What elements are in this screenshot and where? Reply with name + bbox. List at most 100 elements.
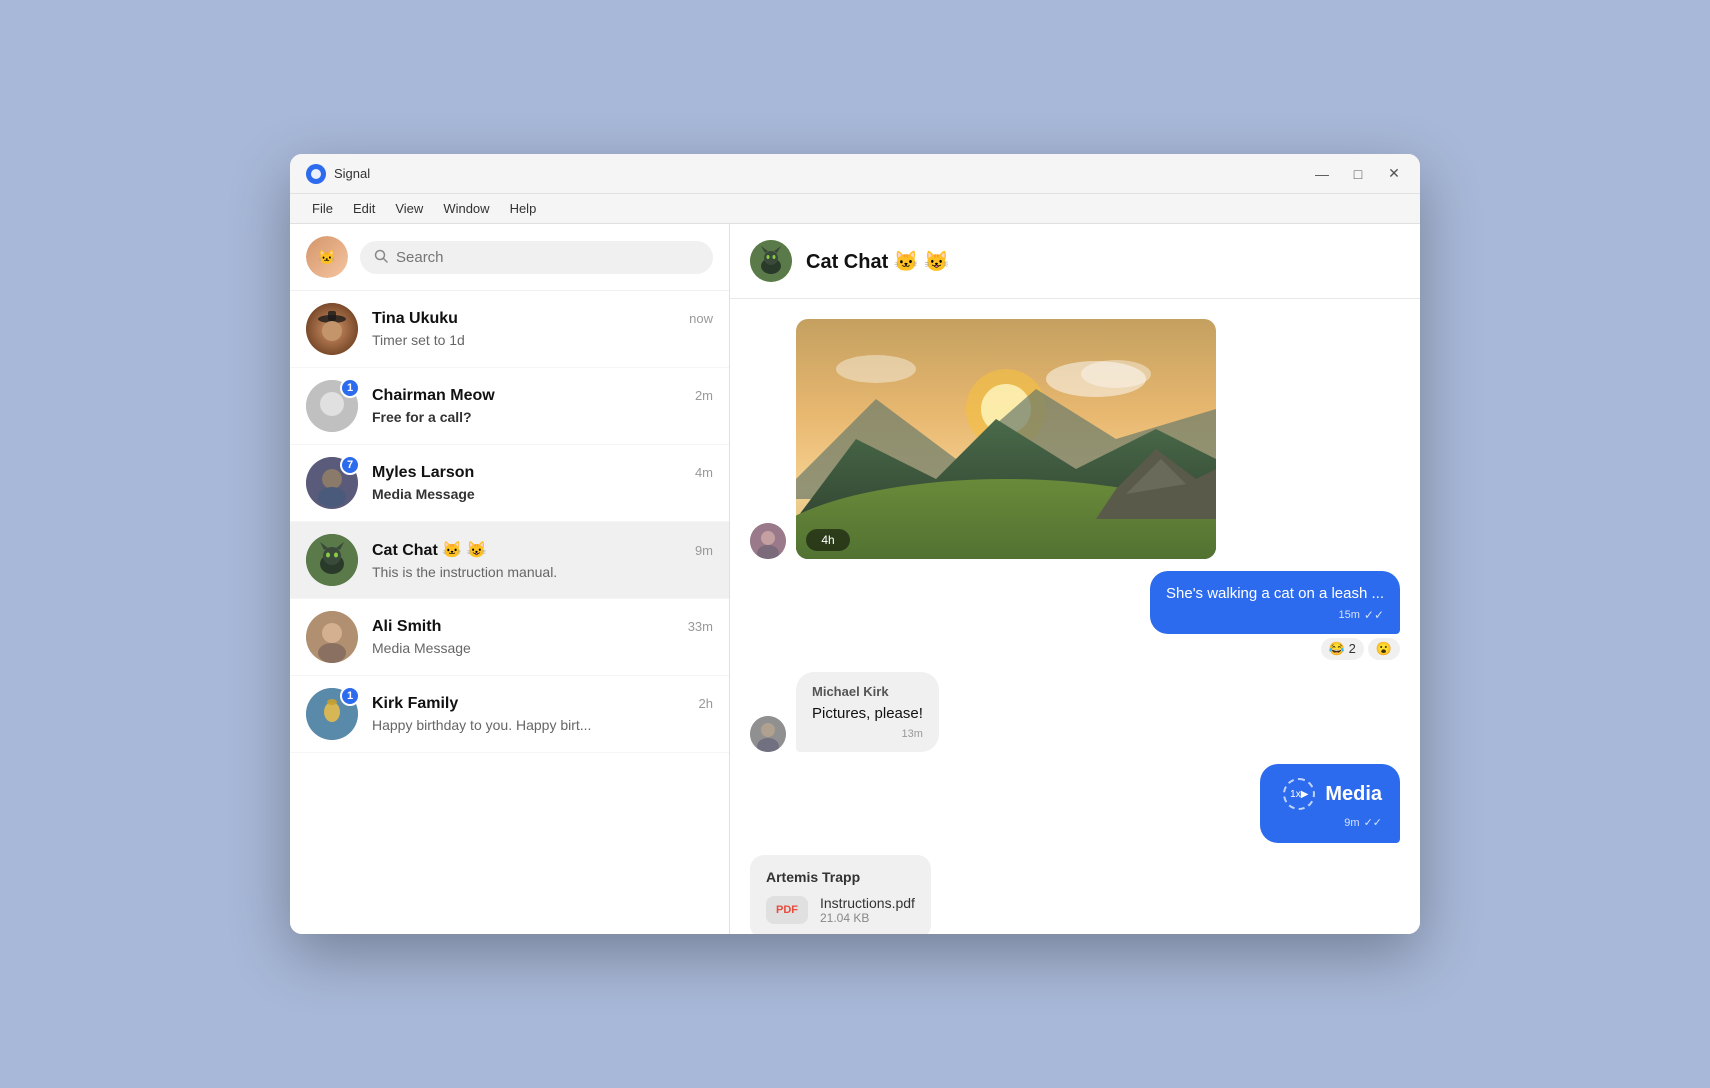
conv-time-catchat: 9m: [695, 543, 713, 558]
app-window: Signal — □ ✕ File Edit View Window Help …: [290, 154, 1420, 934]
conv-preview-tina: Timer set to 1d: [372, 332, 713, 348]
sent-time: 15m ✓✓: [1166, 608, 1384, 622]
conv-time-chairman: 2m: [695, 388, 713, 403]
conv-time-kirk: 2h: [699, 696, 713, 711]
conversation-kirk[interactable]: 1 Kirk Family 2h Happy birthday to you. …: [290, 676, 729, 753]
app-title: Signal: [334, 166, 1312, 181]
pdf-type-label: PDF: [766, 896, 808, 924]
conv-top-tina: Tina Ukuku now: [372, 310, 713, 328]
michael-text: Pictures, please!: [812, 703, 923, 724]
main-layout: 🐱: [290, 224, 1420, 934]
badge-kirk: 1: [340, 686, 360, 706]
avatar-wrap-ali: [306, 611, 358, 663]
avatar-wrap-kirk: 1: [306, 688, 358, 740]
search-bar[interactable]: [360, 241, 713, 274]
maximize-button[interactable]: □: [1348, 164, 1368, 184]
conv-preview-kirk: Happy birthday to you. Happy birt...: [372, 717, 713, 733]
chat-header-avatar: [750, 240, 792, 282]
conv-top-ali: Ali Smith 33m: [372, 618, 713, 636]
conv-name-kirk: Kirk Family: [372, 695, 458, 713]
sidebar: 🐱: [290, 224, 730, 934]
media-bubble[interactable]: 1x▶ Media 9m ✓✓: [1260, 764, 1400, 843]
conv-name-ali: Ali Smith: [372, 618, 441, 636]
conv-top-catchat: Cat Chat 🐱 😺 9m: [372, 540, 713, 560]
sent-text: She's walking a cat on a leash ...: [1166, 583, 1384, 604]
avatar-wrap-myles: 7: [306, 457, 358, 509]
app-logo: [306, 164, 326, 184]
read-receipt-icon: ✓✓: [1364, 608, 1384, 622]
pdf-file: PDF Instructions.pdf 21.04 KB: [766, 895, 915, 925]
sidebar-header: 🐱: [290, 224, 729, 291]
menubar: File Edit View Window Help: [290, 194, 1420, 224]
image-bubble[interactable]: 4h: [796, 319, 1216, 559]
svg-text:4h: 4h: [821, 533, 834, 547]
menu-window[interactable]: Window: [433, 201, 499, 216]
conversation-catchat[interactable]: Cat Chat 🐱 😺 9m This is the instruction …: [290, 522, 729, 599]
conversation-ali[interactable]: Ali Smith 33m Media Message: [290, 599, 729, 676]
michael-sender-name: Michael Kirk: [812, 684, 923, 699]
conv-name-chairman: Chairman Meow: [372, 387, 495, 405]
conversation-chairman[interactable]: 1 Chairman Meow 2m Free for a call?: [290, 368, 729, 445]
media-time: 9m ✓✓: [1344, 816, 1382, 829]
conv-content-tina: Tina Ukuku now Timer set to 1d: [372, 310, 713, 348]
conv-time-ali: 33m: [688, 619, 713, 634]
user-avatar[interactable]: 🐱: [306, 236, 348, 278]
search-icon: [374, 249, 388, 266]
conv-preview-chairman: Free for a call?: [372, 409, 713, 425]
media-play-icon: 1x▶: [1283, 778, 1315, 810]
conv-name-tina: Tina Ukuku: [372, 310, 458, 328]
media-label: Media: [1325, 783, 1382, 806]
message-pdf: Artemis Trapp PDF Instructions.pdf 21.04…: [750, 855, 1400, 934]
conv-name-catchat: Cat Chat 🐱 😺: [372, 540, 487, 560]
michael-time: 13m: [812, 728, 923, 740]
conv-preview-myles: Media Message: [372, 486, 713, 502]
bubble-michael: Michael Kirk Pictures, please! 13m: [796, 672, 939, 752]
close-button[interactable]: ✕: [1384, 164, 1404, 184]
conv-top-myles: Myles Larson 4m: [372, 464, 713, 482]
search-input[interactable]: [396, 249, 699, 266]
chat-area: Cat Chat 🐱 😺: [730, 224, 1420, 934]
media-content: 1x▶ Media: [1283, 778, 1382, 810]
conv-preview-catchat: This is the instruction manual.: [372, 564, 713, 580]
reactions: 😂 2 😮: [1321, 638, 1400, 660]
window-controls: — □ ✕: [1312, 164, 1404, 184]
conv-time-tina: now: [689, 311, 713, 326]
avatar-catchat: [306, 534, 358, 586]
pdf-filename: Instructions.pdf: [820, 895, 915, 911]
badge-chairman: 1: [340, 378, 360, 398]
conv-top-chairman: Chairman Meow 2m: [372, 387, 713, 405]
badge-myles: 7: [340, 455, 360, 475]
sender-avatar-img-msg: [750, 523, 786, 559]
conv-name-myles: Myles Larson: [372, 464, 474, 482]
chat-header: Cat Chat 🐱 😺: [730, 224, 1420, 299]
menu-view[interactable]: View: [385, 201, 433, 216]
reaction-laugh: 😂 2: [1321, 638, 1364, 660]
messages-list: 4h She's walking a cat on a leash ... 15…: [730, 299, 1420, 934]
chat-title: Cat Chat 🐱 😺: [806, 249, 949, 274]
avatar-ali: [306, 611, 358, 663]
media-read-icon: ✓✓: [1364, 816, 1382, 829]
conv-preview-ali: Media Message: [372, 640, 713, 656]
pdf-bubble[interactable]: Artemis Trapp PDF Instructions.pdf 21.04…: [750, 855, 931, 934]
conversation-list: Tina Ukuku now Timer set to 1d: [290, 291, 729, 934]
conversation-tina[interactable]: Tina Ukuku now Timer set to 1d: [290, 291, 729, 368]
minimize-button[interactable]: —: [1312, 164, 1332, 184]
avatar-wrap-tina: [306, 303, 358, 355]
conv-content-myles: Myles Larson 4m Media Message: [372, 464, 713, 502]
message-michael: Michael Kirk Pictures, please! 13m: [750, 672, 1400, 752]
avatar-wrap-catchat: [306, 534, 358, 586]
message-media: 1x▶ Media 9m ✓✓: [750, 764, 1400, 843]
message-image: 4h: [750, 319, 1400, 559]
sender-avatar-michael: [750, 716, 786, 752]
conversation-myles[interactable]: 7 Myles Larson 4m Media Message: [290, 445, 729, 522]
menu-file[interactable]: File: [302, 201, 343, 216]
conv-content-chairman: Chairman Meow 2m Free for a call?: [372, 387, 713, 425]
titlebar: Signal — □ ✕: [290, 154, 1420, 194]
conv-content-ali: Ali Smith 33m Media Message: [372, 618, 713, 656]
menu-help[interactable]: Help: [500, 201, 547, 216]
avatar-wrap-chairman: 1: [306, 380, 358, 432]
menu-edit[interactable]: Edit: [343, 201, 385, 216]
conv-time-myles: 4m: [695, 465, 713, 480]
pdf-info: Instructions.pdf 21.04 KB: [820, 895, 915, 925]
bubble-sent-text: She's walking a cat on a leash ... 15m ✓…: [1150, 571, 1400, 634]
